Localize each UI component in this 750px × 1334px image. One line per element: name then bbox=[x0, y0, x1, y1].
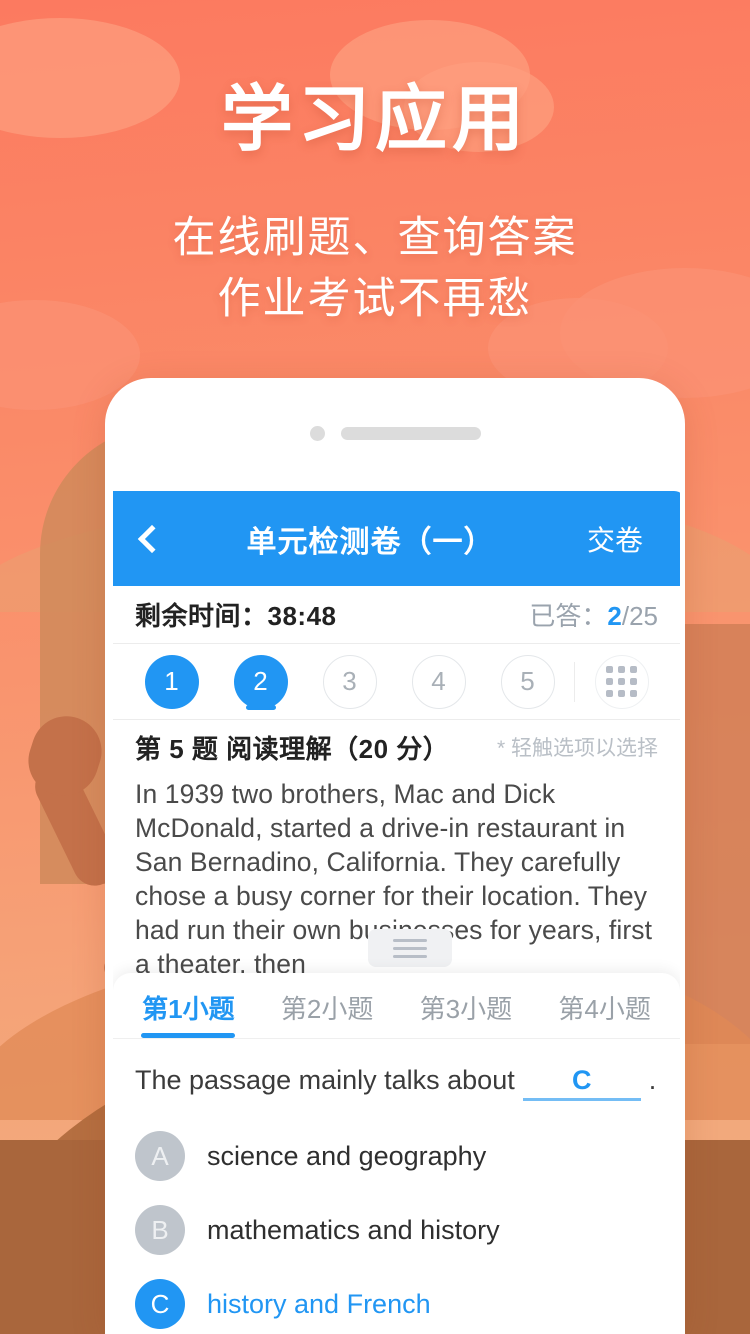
question-pill-label: 3 bbox=[322, 654, 377, 709]
promo-text-block: 学习应用 在线刷题、查询答案 作业考试不再愁 bbox=[0, 84, 750, 330]
question-title: 第 5 题 阅读理解（20 分） bbox=[135, 733, 450, 764]
page-title: 单元检测卷（一） bbox=[246, 525, 495, 559]
promo-screenshot: 学习应用 在线刷题、查询答案 作业考试不再愁 单元检测卷（一） 交卷 剩余时间：… bbox=[0, 0, 750, 1334]
submit-exam-button[interactable]: 交卷 bbox=[556, 519, 680, 559]
promo-headline: 学习应用 bbox=[220, 80, 529, 160]
promo-subline-1: 在线刷题、查询答案 bbox=[172, 214, 578, 262]
question-stem: The passage mainly talks about C . bbox=[113, 1039, 680, 1101]
question-stem-suffix: . bbox=[648, 1065, 657, 1095]
question-pill-5[interactable]: 5 bbox=[483, 654, 572, 709]
divider bbox=[574, 661, 575, 702]
drag-handle-icon[interactable] bbox=[368, 929, 452, 967]
option-text: science and geography bbox=[207, 1140, 487, 1171]
phone-notch bbox=[105, 426, 685, 441]
option-b[interactable]: B mathematics and history bbox=[135, 1193, 658, 1267]
question-pill-label: 4 bbox=[411, 654, 466, 709]
tab-sub-question-2[interactable]: 第2小题 bbox=[258, 989, 397, 1038]
option-list: A science and geography B mathematics an… bbox=[113, 1101, 680, 1334]
question-meta: 第 5 题 阅读理解（20 分） * 轻触选项以选择 bbox=[113, 720, 680, 774]
phone-mockup: 单元检测卷（一） 交卷 剩余时间：38:48 已答：2/25 1 2 3 4 5… bbox=[105, 378, 685, 1334]
remaining-time-label: 剩余时间：38:48 bbox=[135, 601, 337, 631]
question-pager: 1 2 3 4 5 bbox=[113, 644, 680, 720]
back-button[interactable] bbox=[113, 491, 185, 586]
option-letter-badge: B bbox=[135, 1205, 185, 1255]
app-navbar: 单元检测卷（一） 交卷 bbox=[113, 491, 680, 586]
answer-panel: 第1小题 第2小题 第3小题 第4小题 The passage mainly t… bbox=[113, 973, 680, 1334]
question-pill-label: 1 bbox=[144, 654, 199, 709]
option-c[interactable]: C history and French bbox=[135, 1267, 658, 1334]
answered-total: /25 bbox=[621, 601, 658, 631]
option-text: history and French bbox=[207, 1288, 431, 1319]
option-letter-badge: C bbox=[135, 1279, 185, 1329]
camera-icon bbox=[309, 426, 325, 441]
answered-count: 2 bbox=[607, 601, 622, 631]
tab-sub-question-3[interactable]: 第3小题 bbox=[397, 989, 536, 1038]
tab-sub-question-4[interactable]: 第4小题 bbox=[535, 989, 674, 1038]
question-pill-3[interactable]: 3 bbox=[305, 654, 394, 709]
option-letter-badge: A bbox=[135, 1131, 185, 1181]
question-hint: * 轻触选项以选择 bbox=[496, 737, 658, 760]
speaker-grille bbox=[340, 427, 481, 440]
question-pill-label: 5 bbox=[500, 654, 555, 709]
exam-status-bar: 剩余时间：38:48 已答：2/25 bbox=[113, 586, 680, 644]
answer-blank[interactable]: C bbox=[522, 1065, 641, 1101]
sub-question-tabs: 第1小题 第2小题 第3小题 第4小题 bbox=[113, 973, 680, 1039]
question-stem-prefix: The passage mainly talks about bbox=[135, 1065, 515, 1095]
answered-counter: 已答：2/25 bbox=[529, 596, 658, 633]
question-pill-label: 2 bbox=[233, 654, 288, 709]
promo-subline-2: 作业考试不再愁 bbox=[217, 275, 533, 324]
chevron-left-icon bbox=[137, 524, 167, 553]
grid-icon bbox=[594, 654, 649, 709]
answered-prefix: 已答： bbox=[529, 601, 608, 631]
option-text: mathematics and history bbox=[207, 1214, 500, 1245]
question-grid-button[interactable] bbox=[577, 654, 666, 709]
tab-sub-question-1[interactable]: 第1小题 bbox=[119, 989, 258, 1038]
question-pill-4[interactable]: 4 bbox=[394, 654, 483, 709]
question-pill-2[interactable]: 2 bbox=[216, 654, 305, 710]
option-a[interactable]: A science and geography bbox=[135, 1119, 658, 1193]
current-question-indicator bbox=[245, 704, 276, 710]
question-pill-1[interactable]: 1 bbox=[127, 654, 216, 709]
app-screen: 单元检测卷（一） 交卷 剩余时间：38:48 已答：2/25 1 2 3 4 5… bbox=[113, 491, 680, 1334]
